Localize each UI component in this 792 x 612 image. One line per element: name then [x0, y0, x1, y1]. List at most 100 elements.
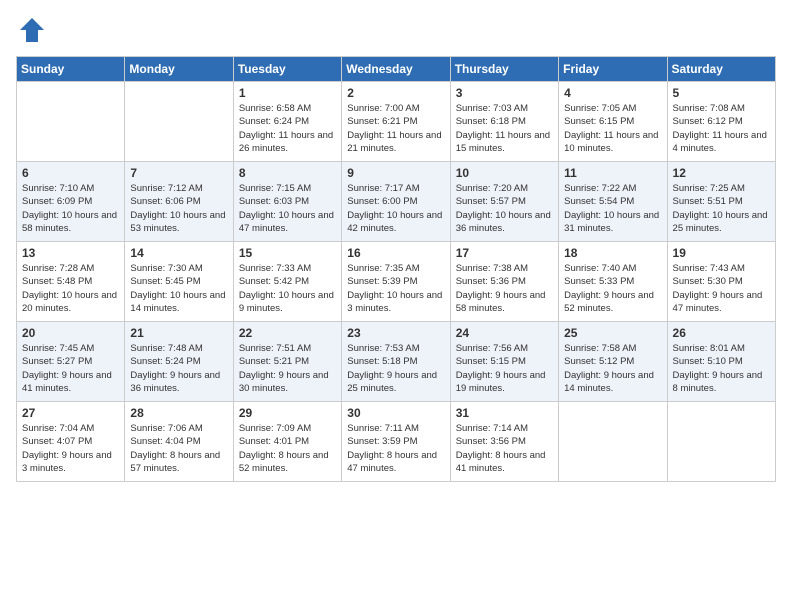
day-cell: 9 Sunrise: 7:17 AMSunset: 6:00 PMDaylight… [342, 162, 450, 242]
day-cell: 19 Sunrise: 7:43 AMSunset: 5:30 PMDayligh… [667, 242, 775, 322]
day-info: Sunrise: 7:45 AMSunset: 5:27 PMDaylight:… [22, 342, 119, 395]
day-number: 25 [564, 326, 661, 340]
day-info: Sunrise: 7:15 AMSunset: 6:03 PMDaylight:… [239, 182, 336, 235]
day-info: Sunrise: 7:03 AMSunset: 6:18 PMDaylight:… [456, 102, 553, 155]
day-number: 4 [564, 86, 661, 100]
week-row-3: 13Sunrise: 7:28 AMSunset: 5:48 PMDayligh… [17, 242, 776, 322]
day-cell: 20 Sunrise: 7:45 AMSunset: 5:27 PMDayligh… [17, 322, 125, 402]
day-number: 12 [673, 166, 770, 180]
day-cell: 17 Sunrise: 7:38 AMSunset: 5:36 PMDayligh… [450, 242, 558, 322]
day-number: 21 [130, 326, 227, 340]
day-cell: 10Sunrise: 7:20 AMSunset: 5:57 PMDayligh… [450, 162, 558, 242]
header-row: SundayMondayTuesdayWednesdayThursdayFrid… [17, 57, 776, 82]
day-cell: 5 Sunrise: 7:08 AMSunset: 6:12 PMDaylight… [667, 82, 775, 162]
day-number: 23 [347, 326, 444, 340]
day-number: 2 [347, 86, 444, 100]
weekday-header-sunday: Sunday [17, 57, 125, 82]
day-info: Sunrise: 7:14 AMSunset: 3:56 PMDaylight:… [456, 422, 553, 475]
day-number: 9 [347, 166, 444, 180]
day-number: 27 [22, 406, 119, 420]
day-cell: 18 Sunrise: 7:40 AMSunset: 5:33 PMDayligh… [559, 242, 667, 322]
day-cell [667, 402, 775, 482]
day-cell: 3 Sunrise: 7:03 AMSunset: 6:18 PMDaylight… [450, 82, 558, 162]
day-number: 22 [239, 326, 336, 340]
logo [16, 16, 46, 44]
day-info: Sunrise: 7:09 AMSunset: 4:01 PMDaylight:… [239, 422, 336, 475]
day-cell: 27Sunrise: 7:04 AMSunset: 4:07 PMDayligh… [17, 402, 125, 482]
day-info: Sunrise: 7:11 AMSunset: 3:59 PMDaylight:… [347, 422, 444, 475]
day-info: Sunrise: 7:58 AMSunset: 5:12 PMDaylight:… [564, 342, 661, 395]
day-cell [17, 82, 125, 162]
weekday-header-monday: Monday [125, 57, 233, 82]
day-number: 16 [347, 246, 444, 260]
day-number: 24 [456, 326, 553, 340]
weekday-header-wednesday: Wednesday [342, 57, 450, 82]
day-cell: 23Sunrise: 7:53 AMSunset: 5:18 PMDayligh… [342, 322, 450, 402]
day-info: Sunrise: 7:00 AMSunset: 6:21 PMDaylight:… [347, 102, 444, 155]
day-cell: 15 Sunrise: 7:33 AMSunset: 5:42 PMDayligh… [233, 242, 341, 322]
logo-icon [18, 16, 46, 44]
day-info: Sunrise: 7:40 AMSunset: 5:33 PMDaylight:… [564, 262, 661, 315]
day-cell: 12 Sunrise: 7:25 AMSunset: 5:51 PMDayligh… [667, 162, 775, 242]
day-number: 26 [673, 326, 770, 340]
day-cell: 29 Sunrise: 7:09 AMSunset: 4:01 PMDayligh… [233, 402, 341, 482]
day-info: Sunrise: 7:35 AMSunset: 5:39 PMDaylight:… [347, 262, 444, 315]
day-info: Sunrise: 7:30 AMSunset: 5:45 PMDaylight:… [130, 262, 227, 315]
day-number: 28 [130, 406, 227, 420]
day-cell: 14 Sunrise: 7:30 AMSunset: 5:45 PMDayligh… [125, 242, 233, 322]
day-info: Sunrise: 8:01 AMSunset: 5:10 PMDaylight:… [673, 342, 770, 395]
day-number: 10 [456, 166, 553, 180]
day-number: 29 [239, 406, 336, 420]
day-cell: 16 Sunrise: 7:35 AMSunset: 5:39 PMDayligh… [342, 242, 450, 322]
day-number: 19 [673, 246, 770, 260]
weekday-header-thursday: Thursday [450, 57, 558, 82]
day-cell: 1 Sunrise: 6:58 AMSunset: 6:24 PMDaylight… [233, 82, 341, 162]
day-cell: 13Sunrise: 7:28 AMSunset: 5:48 PMDayligh… [17, 242, 125, 322]
calendar-table: SundayMondayTuesdayWednesdayThursdayFrid… [16, 56, 776, 482]
day-info: Sunrise: 7:38 AMSunset: 5:36 PMDaylight:… [456, 262, 553, 315]
day-number: 14 [130, 246, 227, 260]
day-info: Sunrise: 7:06 AMSunset: 4:04 PMDaylight:… [130, 422, 227, 475]
weekday-header-tuesday: Tuesday [233, 57, 341, 82]
day-number: 17 [456, 246, 553, 260]
day-number: 8 [239, 166, 336, 180]
weekday-header-saturday: Saturday [667, 57, 775, 82]
day-cell: 28 Sunrise: 7:06 AMSunset: 4:04 PMDayligh… [125, 402, 233, 482]
day-info: Sunrise: 7:22 AMSunset: 5:54 PMDaylight:… [564, 182, 661, 235]
day-info: Sunrise: 6:58 AMSunset: 6:24 PMDaylight:… [239, 102, 336, 155]
day-number: 31 [456, 406, 553, 420]
day-info: Sunrise: 7:17 AMSunset: 6:00 PMDaylight:… [347, 182, 444, 235]
day-number: 1 [239, 86, 336, 100]
day-cell: 2 Sunrise: 7:00 AMSunset: 6:21 PMDaylight… [342, 82, 450, 162]
week-row-2: 6Sunrise: 7:10 AMSunset: 6:09 PMDaylight… [17, 162, 776, 242]
day-cell: 24 Sunrise: 7:56 AMSunset: 5:15 PMDayligh… [450, 322, 558, 402]
day-info: Sunrise: 7:56 AMSunset: 5:15 PMDaylight:… [456, 342, 553, 395]
day-info: Sunrise: 7:51 AMSunset: 5:21 PMDaylight:… [239, 342, 336, 395]
week-row-5: 27Sunrise: 7:04 AMSunset: 4:07 PMDayligh… [17, 402, 776, 482]
week-row-4: 20 Sunrise: 7:45 AMSunset: 5:27 PMDayligh… [17, 322, 776, 402]
day-cell: 8 Sunrise: 7:15 AMSunset: 6:03 PMDaylight… [233, 162, 341, 242]
day-info: Sunrise: 7:43 AMSunset: 5:30 PMDaylight:… [673, 262, 770, 315]
week-row-1: 1 Sunrise: 6:58 AMSunset: 6:24 PMDaylight… [17, 82, 776, 162]
day-cell: 6Sunrise: 7:10 AMSunset: 6:09 PMDaylight… [17, 162, 125, 242]
day-cell: 7Sunrise: 7:12 AMSunset: 6:06 PMDaylight… [125, 162, 233, 242]
day-cell: 22 Sunrise: 7:51 AMSunset: 5:21 PMDayligh… [233, 322, 341, 402]
day-number: 5 [673, 86, 770, 100]
day-cell: 26 Sunrise: 8:01 AMSunset: 5:10 PMDayligh… [667, 322, 775, 402]
day-info: Sunrise: 7:05 AMSunset: 6:15 PMDaylight:… [564, 102, 661, 155]
day-number: 3 [456, 86, 553, 100]
day-info: Sunrise: 7:08 AMSunset: 6:12 PMDaylight:… [673, 102, 770, 155]
day-info: Sunrise: 7:28 AMSunset: 5:48 PMDaylight:… [22, 262, 119, 315]
day-number: 18 [564, 246, 661, 260]
day-number: 11 [564, 166, 661, 180]
day-number: 20 [22, 326, 119, 340]
day-number: 7 [130, 166, 227, 180]
day-cell: 31 Sunrise: 7:14 AMSunset: 3:56 PMDayligh… [450, 402, 558, 482]
day-number: 15 [239, 246, 336, 260]
day-info: Sunrise: 7:25 AMSunset: 5:51 PMDaylight:… [673, 182, 770, 235]
day-cell: 21Sunrise: 7:48 AMSunset: 5:24 PMDayligh… [125, 322, 233, 402]
day-cell: 30Sunrise: 7:11 AMSunset: 3:59 PMDayligh… [342, 402, 450, 482]
day-info: Sunrise: 7:10 AMSunset: 6:09 PMDaylight:… [22, 182, 119, 235]
day-info: Sunrise: 7:33 AMSunset: 5:42 PMDaylight:… [239, 262, 336, 315]
weekday-header-friday: Friday [559, 57, 667, 82]
